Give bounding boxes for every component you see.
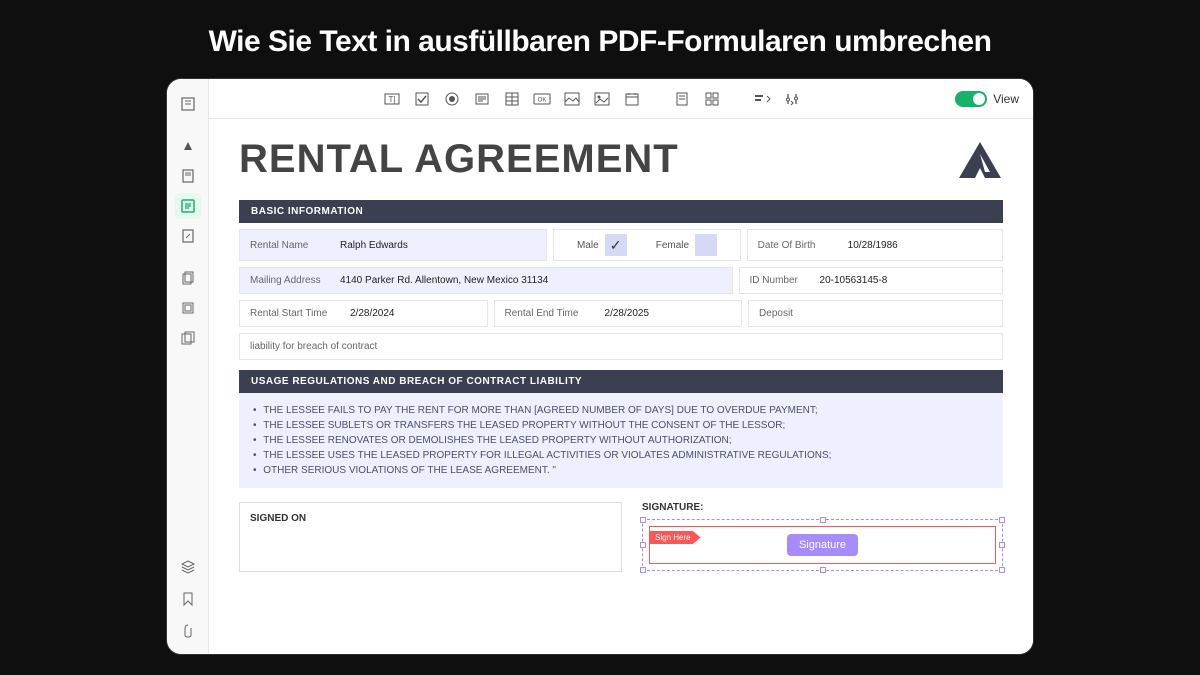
female-checkbox[interactable] xyxy=(695,234,717,256)
rental-name-field[interactable]: Rental Name Ralph Edwards xyxy=(239,229,547,261)
signature-tool-icon[interactable] xyxy=(593,90,611,108)
male-label: Male xyxy=(577,240,599,251)
signed-on-label: SIGNED ON xyxy=(250,513,306,524)
text-field-tool-icon[interactable]: T| xyxy=(383,90,401,108)
dob-field[interactable]: Date Of Birth 10/28/1986 xyxy=(747,229,1003,261)
settings-tool-icon[interactable] xyxy=(783,90,801,108)
svg-text:OK: OK xyxy=(538,97,547,103)
rental-name-value: Ralph Edwards xyxy=(340,240,408,251)
duplicate-icon[interactable] xyxy=(175,325,201,351)
form-toolbar: T| OK View xyxy=(209,79,1033,119)
dob-value: 10/28/1986 xyxy=(848,240,898,251)
listbox-tool-icon[interactable] xyxy=(503,90,521,108)
radio-tool-icon[interactable] xyxy=(443,90,461,108)
document-canvas: RENTAL AGREEMENT BASIC INFORMATION Renta… xyxy=(209,119,1033,654)
gender-field: Male ✓ Female xyxy=(553,229,740,261)
start-value: 2/28/2024 xyxy=(350,308,395,319)
view-label: View xyxy=(993,92,1019,106)
id-label: ID Number xyxy=(750,275,820,286)
resize-handle-icon[interactable] xyxy=(640,567,646,573)
grid-tool-icon[interactable] xyxy=(703,90,721,108)
signature-heading: SIGNATURE: xyxy=(642,502,1003,513)
page-heading: Wie Sie Text in ausfüllbaren PDF-Formula… xyxy=(0,0,1200,79)
regulation-item: THE LESSEE FAILS TO PAY THE RENT FOR MOR… xyxy=(253,403,989,418)
liability-text: liability for breach of contract xyxy=(250,341,377,352)
usage-regulations-header: USAGE REGULATIONS AND BREACH OF CONTRACT… xyxy=(239,370,1003,393)
resize-handle-icon[interactable] xyxy=(640,542,646,548)
start-time-field[interactable]: Rental Start Time 2/28/2024 xyxy=(239,300,488,327)
mailing-label: Mailing Address xyxy=(250,275,340,286)
highlight-icon[interactable] xyxy=(175,133,201,159)
start-label: Rental Start Time xyxy=(250,308,350,319)
resize-handle-icon[interactable] xyxy=(820,517,826,523)
end-time-field[interactable]: Rental End Time 2/28/2025 xyxy=(494,300,743,327)
annotate-icon[interactable] xyxy=(175,163,201,189)
signature-field[interactable]: Sign Here Signature xyxy=(642,519,1003,571)
organize-icon[interactable] xyxy=(175,295,201,321)
deposit-field[interactable]: Deposit xyxy=(748,300,1003,327)
deposit-label: Deposit xyxy=(759,308,849,319)
svg-text:T|: T| xyxy=(389,95,396,104)
date-tool-icon[interactable] xyxy=(623,90,641,108)
company-logo-icon xyxy=(957,140,1003,180)
regulation-item: OTHER SERIOUS VIOLATIONS OF THE LEASE AG… xyxy=(253,463,989,478)
pdf-editor-window: T| OK View xyxy=(167,79,1033,654)
regulation-item: THE LESSEE SUBLETS OR TRANSFERS THE LEAS… xyxy=(253,418,989,433)
id-number-field[interactable]: ID Number 20-10563145-8 xyxy=(739,267,1003,294)
bookmark-icon[interactable] xyxy=(175,586,201,612)
edit-page-icon[interactable] xyxy=(175,223,201,249)
female-label: Female xyxy=(656,240,689,251)
resize-handle-icon[interactable] xyxy=(999,542,1005,548)
copy-pages-icon[interactable] xyxy=(175,265,201,291)
document-title: RENTAL AGREEMENT xyxy=(239,137,679,182)
view-toggle[interactable]: View xyxy=(955,91,1019,107)
male-checkbox[interactable]: ✓ xyxy=(605,234,627,256)
layers-icon[interactable] xyxy=(175,554,201,580)
rental-name-label: Rental Name xyxy=(250,240,340,251)
resize-handle-icon[interactable] xyxy=(999,517,1005,523)
dropdown-tool-icon[interactable] xyxy=(473,90,491,108)
liability-field[interactable]: liability for breach of contract xyxy=(239,333,1003,360)
align-tool-icon[interactable] xyxy=(753,90,771,108)
main-area: T| OK View xyxy=(209,79,1033,654)
form-tool-icon[interactable] xyxy=(673,90,691,108)
image-field-tool-icon[interactable] xyxy=(563,90,581,108)
toggle-switch-icon[interactable] xyxy=(955,91,987,107)
resize-handle-icon[interactable] xyxy=(820,567,826,573)
dob-label: Date Of Birth xyxy=(758,240,848,251)
signature-button[interactable]: Signature xyxy=(787,534,858,556)
page-thumbnails-icon[interactable] xyxy=(175,91,201,117)
end-label: Rental End Time xyxy=(505,308,605,319)
resize-handle-icon[interactable] xyxy=(999,567,1005,573)
form-fields-icon[interactable] xyxy=(175,193,201,219)
id-value: 20-10563145-8 xyxy=(820,275,888,286)
left-rail xyxy=(167,79,209,654)
end-value: 2/28/2025 xyxy=(605,308,650,319)
mailing-address-field[interactable]: Mailing Address 4140 Parker Rd. Allentow… xyxy=(239,267,733,294)
regulation-item: THE LESSEE USES THE LEASED PROPERTY FOR … xyxy=(253,448,989,463)
checkbox-tool-icon[interactable] xyxy=(413,90,431,108)
regulation-item: THE LESSEE RENOVATES OR DEMOLISHES THE L… xyxy=(253,433,989,448)
attachment-icon[interactable] xyxy=(175,618,201,644)
basic-info-header: BASIC INFORMATION xyxy=(239,200,1003,223)
sign-here-tag: Sign Here xyxy=(649,531,701,544)
button-tool-icon[interactable]: OK xyxy=(533,90,551,108)
mailing-value: 4140 Parker Rd. Allentown, New Mexico 31… xyxy=(340,275,548,286)
signed-on-field[interactable]: SIGNED ON xyxy=(239,502,622,572)
regulations-list: THE LESSEE FAILS TO PAY THE RENT FOR MOR… xyxy=(239,393,1003,488)
resize-handle-icon[interactable] xyxy=(640,517,646,523)
